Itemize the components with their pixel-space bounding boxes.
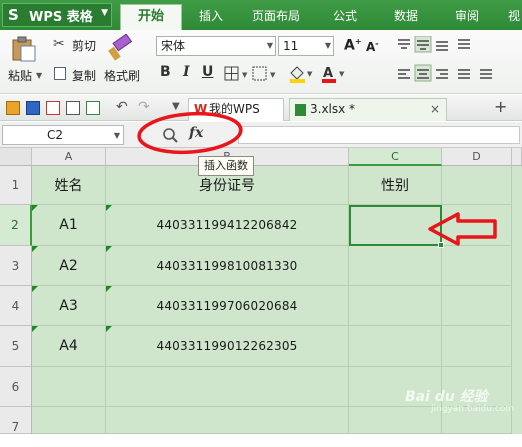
red-circle-annotation bbox=[137, 111, 243, 155]
red-arrow-annotation bbox=[428, 212, 497, 246]
annotation-layer bbox=[137, 111, 497, 246]
